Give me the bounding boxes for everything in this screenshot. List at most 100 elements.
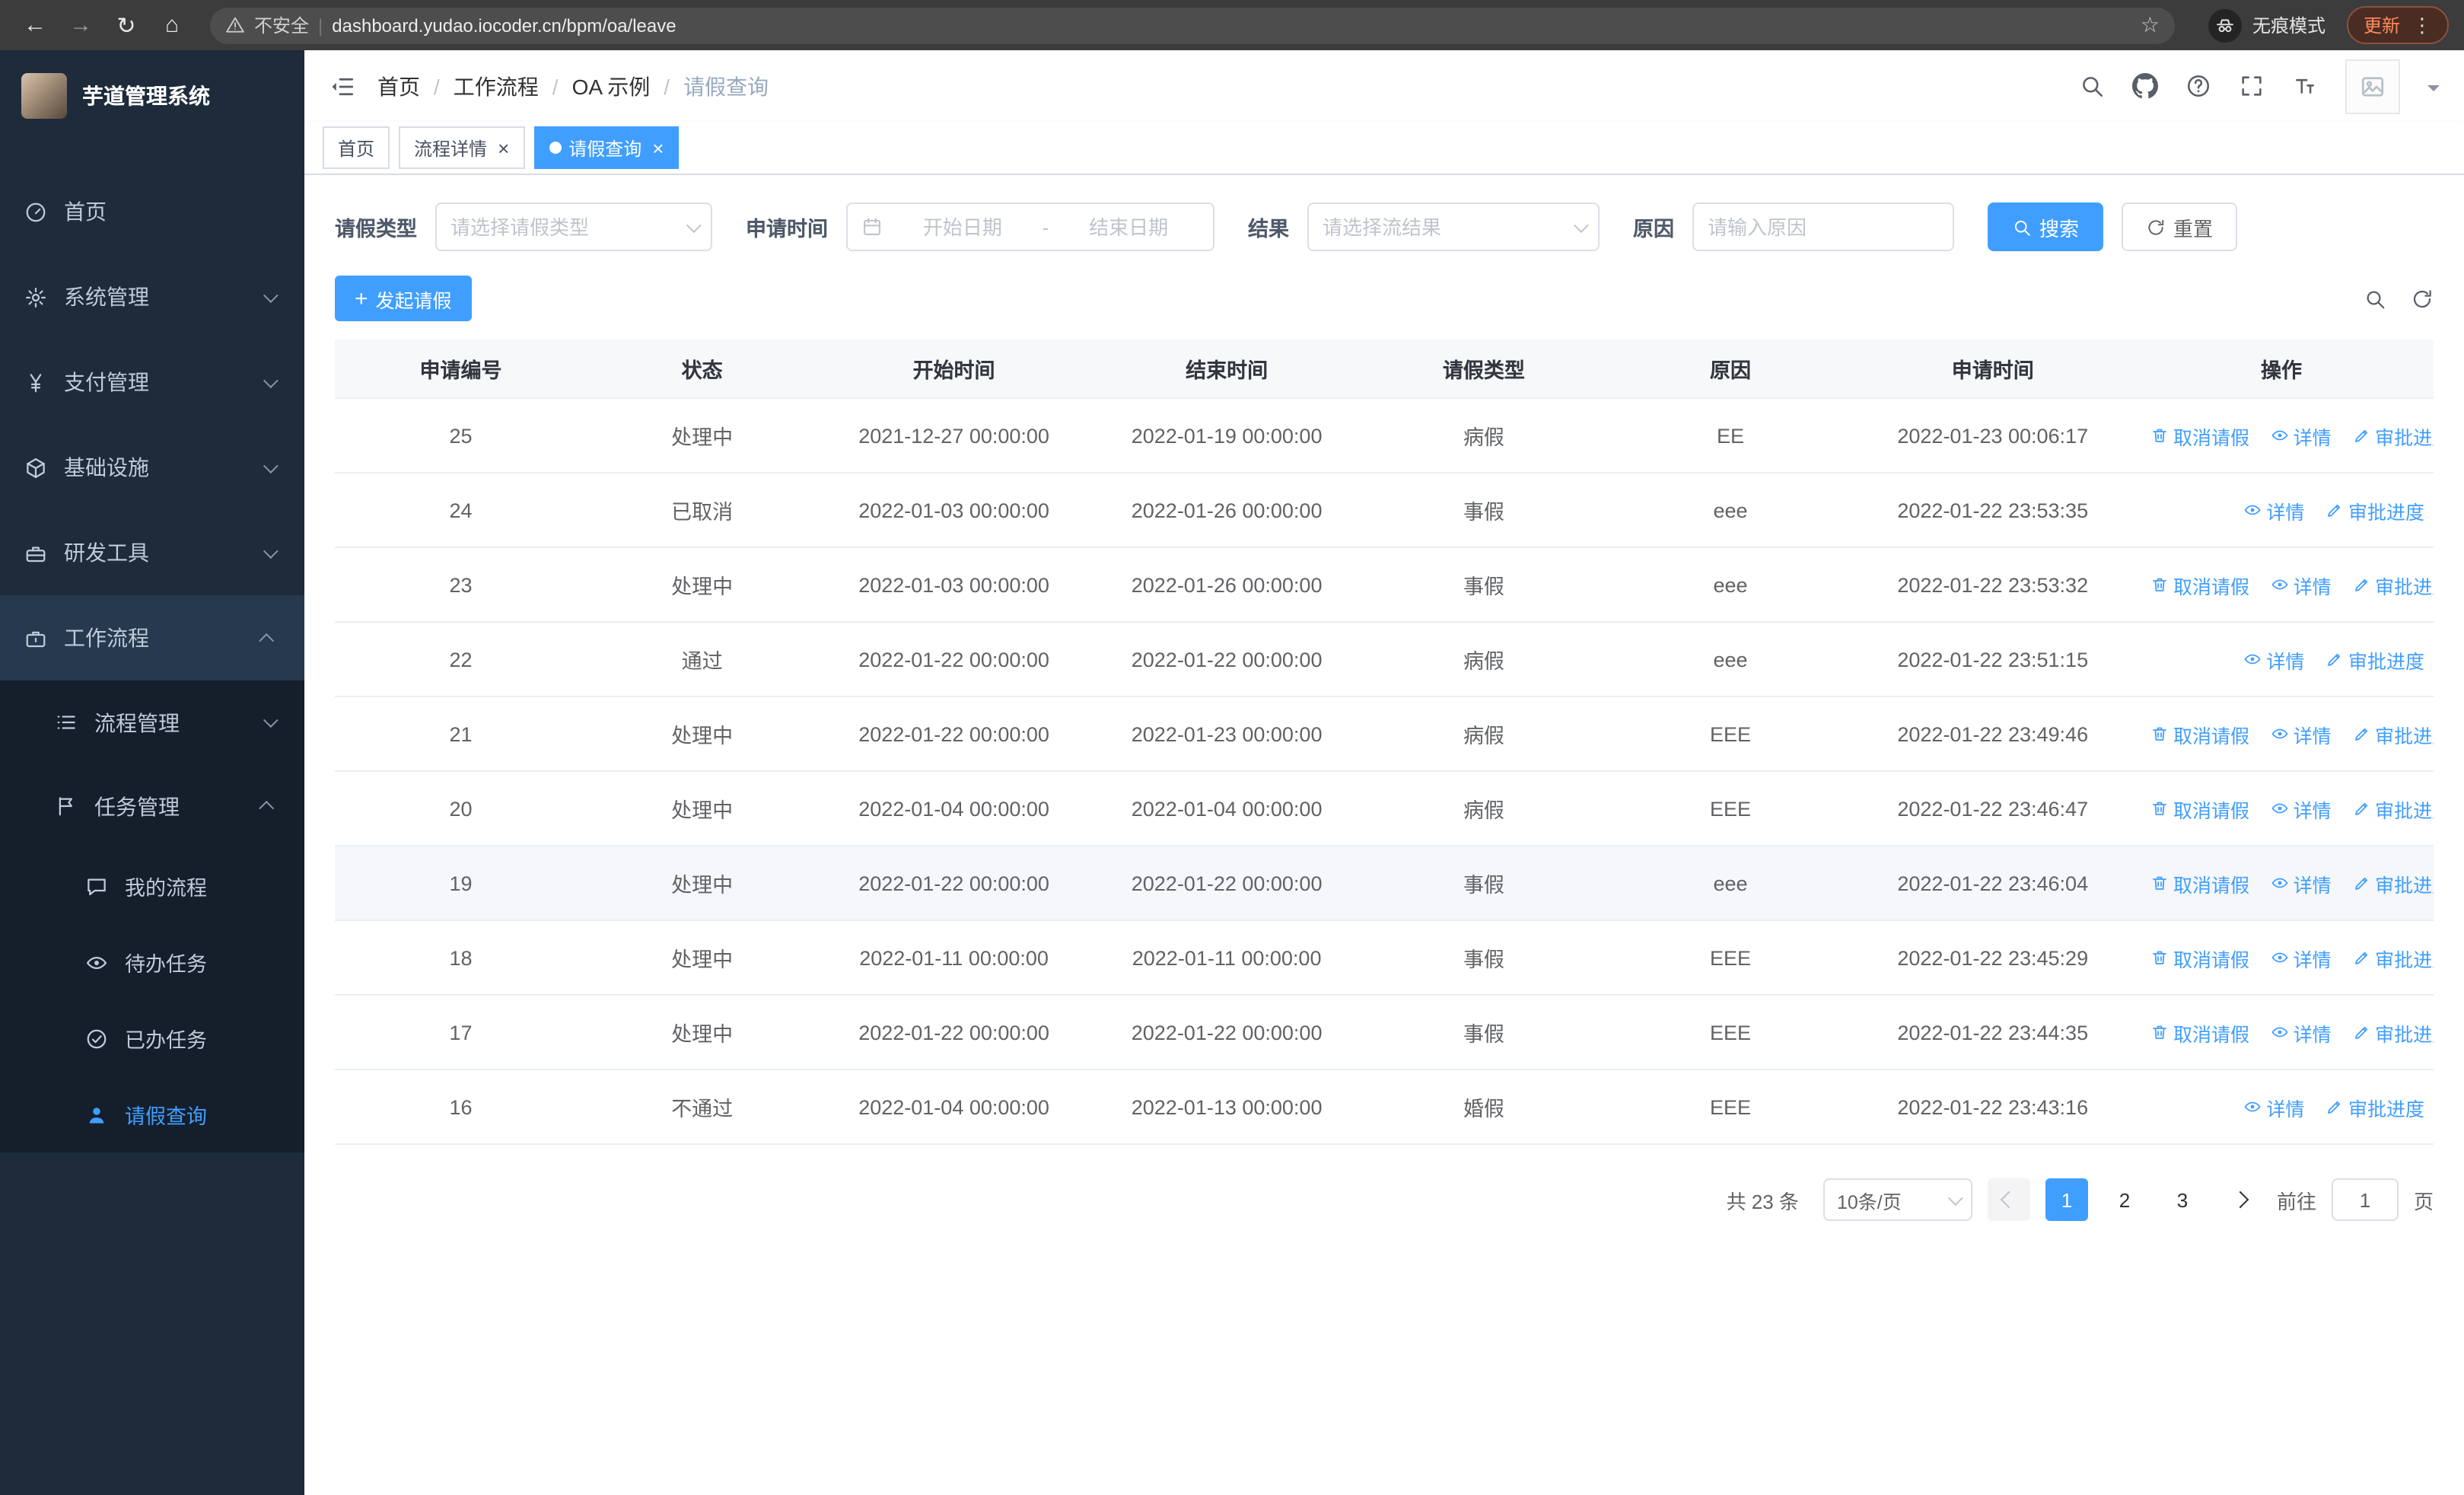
page-button-1[interactable]: 1 xyxy=(2045,1178,2088,1221)
cancel-leave-link[interactable]: 取消请假 xyxy=(2150,1018,2249,1047)
start-date-input[interactable] xyxy=(892,215,1033,238)
url-text[interactable]: dashboard.yudao.iocoder.cn/bpm/oa/leave xyxy=(332,14,2131,36)
sidebar-item[interactable]: 我的流程 xyxy=(0,848,304,924)
fullscreen-icon[interactable] xyxy=(2239,73,2265,99)
sidebar-item[interactable]: 请假查询 xyxy=(0,1076,304,1152)
search-button[interactable]: 搜索 xyxy=(1988,202,2104,251)
github-icon[interactable] xyxy=(2132,73,2158,99)
table-row[interactable]: 17 处理中 2022-01-22 00:00:00 2022-01-22 00… xyxy=(335,995,2434,1070)
detail-link[interactable]: 详情 xyxy=(2243,496,2304,524)
reason-input[interactable] xyxy=(1708,215,1939,238)
reset-button[interactable]: 重置 xyxy=(2122,202,2238,251)
table-row[interactable]: 25 处理中 2021-12-27 00:00:00 2022-01-19 00… xyxy=(335,398,2434,473)
cancel-leave-link[interactable]: 取消请假 xyxy=(2150,570,2249,599)
refresh-icon[interactable] xyxy=(2411,287,2434,310)
menu-fold-icon[interactable] xyxy=(329,72,356,100)
approval-progress-link[interactable]: 审批进度 xyxy=(2326,496,2424,524)
detail-link[interactable]: 详情 xyxy=(2271,421,2332,450)
reason-input-box[interactable] xyxy=(1692,202,1954,251)
detail-link[interactable]: 详情 xyxy=(2271,1018,2332,1047)
approval-progress-link[interactable]: 审批进度 xyxy=(2352,794,2434,823)
update-label[interactable]: 更新 xyxy=(2364,12,2400,38)
approval-progress-link[interactable]: 审批进度 xyxy=(2326,645,2424,674)
sidebar-item[interactable]: 首页 xyxy=(0,169,304,254)
approval-progress-link[interactable]: 审批进度 xyxy=(2352,869,2434,897)
tab-leave-query[interactable]: 请假查询 × xyxy=(533,126,680,169)
sidebar-item[interactable]: 待办任务 xyxy=(0,924,304,1000)
breadcrumb-item[interactable]: 首页 xyxy=(377,71,420,101)
security-label[interactable]: 不安全 xyxy=(254,12,309,38)
avatar[interactable] xyxy=(2345,59,2400,113)
detail-link[interactable]: 详情 xyxy=(2243,645,2304,674)
apply-time-range[interactable]: - xyxy=(846,202,1214,251)
search-icon[interactable] xyxy=(2364,287,2386,310)
forward-icon[interactable]: → xyxy=(61,5,100,45)
breadcrumb-item[interactable]: 工作流程 xyxy=(454,71,539,101)
approval-progress-link[interactable]: 审批进度 xyxy=(2326,1092,2424,1121)
font-size-icon[interactable] xyxy=(2292,73,2318,99)
result-value[interactable] xyxy=(1323,215,1565,238)
sidebar-item[interactable]: 流程管理 xyxy=(0,681,304,764)
cancel-leave-link[interactable]: 取消请假 xyxy=(2150,421,2249,450)
cell-apply-time: 2022-01-22 23:53:32 xyxy=(1856,547,2129,623)
goto-page-input[interactable] xyxy=(2331,1178,2399,1221)
table-row[interactable]: 16 不通过 2022-01-04 00:00:00 2022-01-13 00… xyxy=(335,1069,2434,1145)
home-icon[interactable]: ⌂ xyxy=(152,5,192,45)
leave-type-select[interactable] xyxy=(435,202,712,251)
detail-link[interactable]: 详情 xyxy=(2271,719,2332,748)
cancel-leave-label: 取消请假 xyxy=(2173,949,2250,971)
create-leave-button[interactable]: + 发起请假 xyxy=(335,276,472,321)
breadcrumb-item[interactable]: OA 示例 xyxy=(572,71,651,101)
page-button-2[interactable]: 2 xyxy=(2103,1178,2146,1221)
search-icon[interactable] xyxy=(2079,73,2105,99)
approval-progress-link[interactable]: 审批进度 xyxy=(2352,1018,2434,1047)
question-icon[interactable] xyxy=(2185,73,2211,99)
table-row[interactable]: 23 处理中 2022-01-03 00:00:00 2022-01-26 00… xyxy=(335,547,2434,623)
bookmark-star-icon[interactable]: ☆ xyxy=(2141,12,2160,38)
cancel-leave-link[interactable]: 取消请假 xyxy=(2150,943,2249,972)
logo[interactable]: 芋道管理系统 xyxy=(0,50,304,142)
detail-link[interactable]: 详情 xyxy=(2271,794,2332,823)
detail-link[interactable]: 详情 xyxy=(2243,1092,2304,1121)
approval-progress-link[interactable]: 审批进度 xyxy=(2352,421,2434,450)
cancel-leave-link[interactable]: 取消请假 xyxy=(2150,719,2249,748)
update-button[interactable]: 更新 ⋮ xyxy=(2346,6,2449,44)
sidebar-item[interactable]: 系统管理 xyxy=(0,254,304,339)
tab-home[interactable]: 首页 xyxy=(323,126,390,169)
browser-menu-icon[interactable]: ⋮ xyxy=(2412,13,2432,37)
chevron-down-icon[interactable] xyxy=(2427,84,2440,97)
sidebar-item[interactable]: 任务管理 xyxy=(0,764,304,848)
sidebar-item[interactable]: 基础设施 xyxy=(0,425,304,510)
prev-page-button[interactable] xyxy=(1987,1178,2030,1221)
approval-progress-link[interactable]: 审批进度 xyxy=(2352,719,2434,748)
detail-link[interactable]: 详情 xyxy=(2271,869,2332,897)
sidebar-item[interactable]: 研发工具 xyxy=(0,510,304,595)
sidebar-item[interactable]: 工作流程 xyxy=(0,595,304,681)
close-icon[interactable]: × xyxy=(498,138,509,158)
table-row[interactable]: 20 处理中 2022-01-04 00:00:00 2022-01-04 00… xyxy=(335,771,2434,846)
end-date-input[interactable] xyxy=(1058,215,1199,238)
close-icon[interactable]: × xyxy=(652,138,664,158)
back-icon[interactable]: ← xyxy=(15,5,55,45)
sidebar-item[interactable]: 支付管理 xyxy=(0,339,304,425)
approval-progress-link[interactable]: 审批进度 xyxy=(2352,943,2434,972)
result-select[interactable] xyxy=(1307,202,1600,251)
tab-process-detail[interactable]: 流程详情 × xyxy=(399,126,525,169)
detail-link[interactable]: 详情 xyxy=(2271,570,2332,599)
reload-icon[interactable]: ↻ xyxy=(107,5,146,45)
next-page-button[interactable] xyxy=(2219,1178,2262,1221)
page-size-select[interactable]: 10条/页 xyxy=(1823,1178,1972,1221)
address-bar[interactable]: 不安全 | dashboard.yudao.iocoder.cn/bpm/oa/… xyxy=(210,7,2175,43)
table-row[interactable]: 18 处理中 2022-01-11 00:00:00 2022-01-11 00… xyxy=(335,920,2434,996)
cancel-leave-link[interactable]: 取消请假 xyxy=(2150,794,2249,823)
sidebar-item[interactable]: 已办任务 xyxy=(0,1000,304,1076)
page-button-3[interactable]: 3 xyxy=(2161,1178,2204,1221)
leave-type-value[interactable] xyxy=(450,215,677,238)
table-row[interactable]: 24 已取消 2022-01-03 00:00:00 2022-01-26 00… xyxy=(335,473,2434,548)
table-row[interactable]: 21 处理中 2022-01-22 00:00:00 2022-01-23 00… xyxy=(335,696,2434,772)
detail-link[interactable]: 详情 xyxy=(2271,943,2332,972)
approval-progress-link[interactable]: 审批进度 xyxy=(2352,570,2434,599)
table-row[interactable]: 19 处理中 2022-01-22 00:00:00 2022-01-22 00… xyxy=(335,846,2434,921)
cancel-leave-link[interactable]: 取消请假 xyxy=(2150,869,2249,897)
table-row[interactable]: 22 通过 2022-01-22 00:00:00 2022-01-22 00:… xyxy=(335,622,2434,697)
